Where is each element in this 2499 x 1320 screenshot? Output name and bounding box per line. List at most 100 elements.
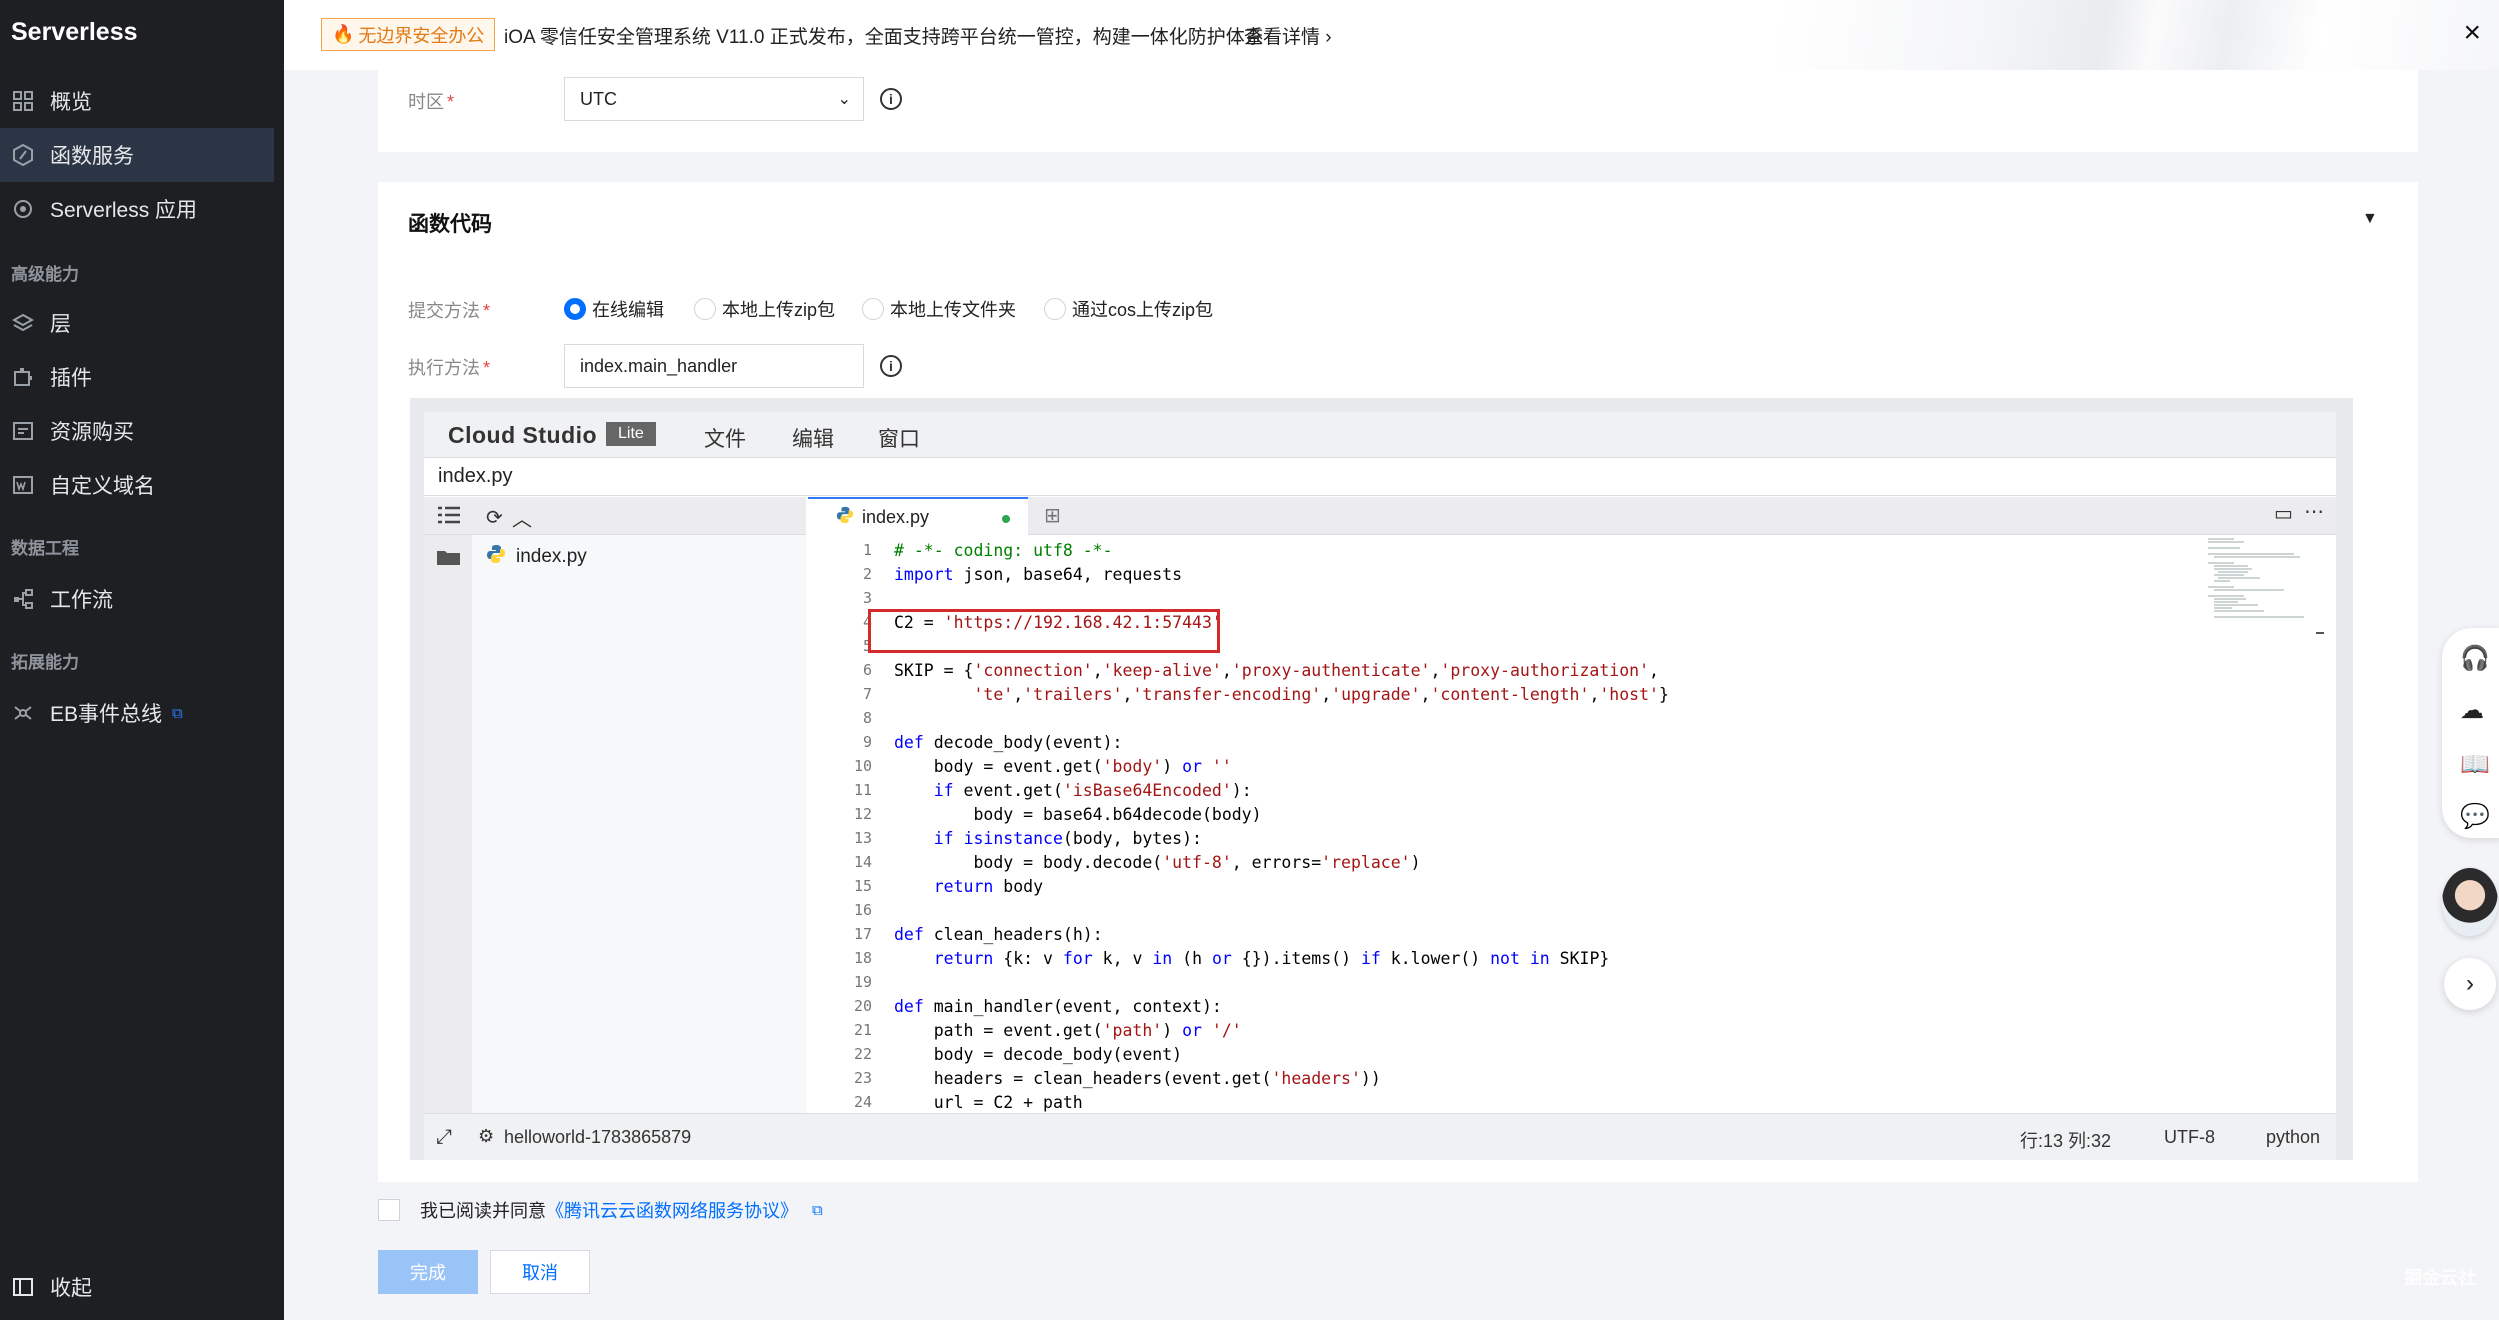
line-number: 16 bbox=[853, 901, 872, 919]
code-line: return body bbox=[933, 877, 1044, 896]
banner-close-button[interactable]: × bbox=[2463, 16, 2481, 50]
sidebar-item-workflow[interactable]: 工作流 bbox=[0, 572, 274, 626]
cursor-position[interactable]: 行:13 列:32 bbox=[2020, 1127, 2111, 1153]
tree-toolbar: ⟳ ︿ bbox=[424, 497, 806, 535]
code-line: def decode_body(event): bbox=[894, 733, 1123, 752]
sidebar-item-serverless-app[interactable]: Serverless 应用 bbox=[0, 182, 274, 236]
lite-badge: Lite bbox=[606, 422, 656, 446]
handler-input[interactable]: index.main_handler bbox=[564, 344, 864, 388]
new-tab-icon[interactable]: ⊞ bbox=[1044, 503, 1061, 528]
book-icon[interactable]: 📖 bbox=[2460, 750, 2490, 779]
menu-file[interactable]: 文件 bbox=[704, 423, 746, 453]
code-line: path = event.get('path') or '/' bbox=[894, 1021, 1242, 1040]
more-icon[interactable]: ⋯ bbox=[2304, 499, 2324, 524]
ide-title: Cloud Studio bbox=[448, 422, 598, 448]
section-title: 函数代码 bbox=[408, 213, 492, 236]
headset-icon[interactable]: 🎧 bbox=[2460, 644, 2490, 673]
collapse-icon bbox=[12, 1276, 34, 1298]
sidebar-item-label: 资源购买 bbox=[50, 421, 134, 444]
chevron-up-icon[interactable]: ︿ bbox=[512, 503, 532, 532]
timezone-info-icon[interactable]: i bbox=[880, 88, 902, 110]
maximize-icon[interactable]: ▭ bbox=[2274, 501, 2293, 526]
highlight-box bbox=[868, 609, 1220, 653]
banner-decoration bbox=[1779, 0, 2499, 70]
language-mode[interactable]: python bbox=[2266, 1127, 2320, 1148]
outline-icon[interactable] bbox=[436, 505, 462, 530]
done-button[interactable]: 完成 bbox=[378, 1250, 478, 1294]
chevron-right-icon[interactable]: › bbox=[2444, 958, 2496, 1010]
editor-tab-bar: index.py ⊞ ▭ ⋯ bbox=[808, 497, 2336, 535]
code-line: # -*- coding: utf8 -*- bbox=[894, 541, 1113, 560]
chevron-right-icon: › bbox=[1325, 27, 1332, 48]
code-line: if event.get('isBase64Encoded'): bbox=[933, 781, 1252, 800]
sidebar-item-custom-domain[interactable]: 自定义域名 bbox=[0, 458, 274, 512]
cancel-button[interactable]: 取消 bbox=[490, 1250, 590, 1294]
sidebar-item-purchase[interactable]: 资源购买 bbox=[0, 404, 274, 458]
collapse-section-icon[interactable]: ▼ bbox=[2362, 210, 2455, 228]
line-number: 13 bbox=[853, 829, 872, 847]
section-data: 数据工程 bbox=[11, 539, 79, 558]
expand-icon[interactable]: ⤢ bbox=[436, 1126, 452, 1149]
folder-icon[interactable] bbox=[436, 547, 462, 572]
line-number: 21 bbox=[853, 1021, 872, 1039]
file-path-bar: index.py bbox=[424, 458, 2336, 496]
file-tree bbox=[472, 578, 806, 1113]
file-tree-item[interactable]: index.py bbox=[472, 535, 806, 578]
assistant-avatar[interactable] bbox=[2442, 868, 2498, 936]
watermark: 掘金云社 bbox=[2404, 1268, 2476, 1288]
code-line: body = body.decode('utf-8', errors='repl… bbox=[894, 853, 1421, 872]
radio-upload-folder[interactable]: 本地上传文件夹 bbox=[862, 296, 1016, 322]
required-mark: * bbox=[483, 301, 491, 321]
timezone-select[interactable]: UTC ⌄ bbox=[564, 77, 864, 121]
project-name: helloworld-1783865879 bbox=[504, 1127, 692, 1147]
sidebar-item-overview[interactable]: 概览 bbox=[0, 74, 274, 128]
radio-upload-zip[interactable]: 本地上传zip包 bbox=[694, 296, 835, 322]
purchase-icon bbox=[12, 420, 34, 442]
radio-circle bbox=[694, 298, 716, 320]
code-line: body = base64.b64decode(body) bbox=[894, 805, 1262, 824]
line-number: 14 bbox=[853, 853, 872, 871]
radio-circle bbox=[564, 298, 586, 320]
sidebar-item-label: 工作流 bbox=[50, 589, 113, 612]
sidebar-item-label: Serverless 应用 bbox=[50, 199, 198, 222]
submit-method-label: 提交方法 * bbox=[408, 297, 490, 323]
app-root: { "sidebar": { "brand": "Serverless", "i… bbox=[0, 0, 2499, 1320]
plugin-icon bbox=[12, 366, 34, 388]
minimap[interactable] bbox=[2204, 535, 2324, 635]
chevron-down-icon: ⌄ bbox=[837, 91, 851, 108]
sidebar-item-functions[interactable]: 函数服务 bbox=[0, 128, 274, 182]
refresh-icon[interactable]: ⟳ bbox=[486, 505, 503, 530]
line-number: 7 bbox=[862, 685, 872, 703]
python-icon bbox=[836, 506, 854, 529]
project-icon: ⚙ bbox=[478, 1126, 495, 1146]
cloud-icon[interactable]: ☁ bbox=[2460, 696, 2484, 725]
menu-window[interactable]: 窗口 bbox=[878, 423, 920, 453]
code-line: if isinstance(body, bytes): bbox=[933, 829, 1202, 848]
sidebar-item-label: EB事件总线 bbox=[50, 703, 163, 726]
function-icon bbox=[12, 143, 34, 167]
sidebar-collapse-button[interactable]: 收起 bbox=[12, 1272, 92, 1302]
sidebar-item-plugins[interactable]: 插件 bbox=[0, 350, 274, 404]
code-line: def clean_headers(h): bbox=[894, 925, 1103, 944]
tab-index-py[interactable]: index.py bbox=[808, 497, 1028, 535]
code-line: SKIP = {'connection','keep-alive','proxy… bbox=[894, 661, 1659, 680]
radio-label: 本地上传zip包 bbox=[722, 300, 836, 320]
sidebar-item-eventbus[interactable]: EB事件总线 ⧉ bbox=[0, 686, 274, 740]
agreement-link[interactable]: 《腾讯云云函数网络服务协议》 bbox=[546, 1197, 798, 1223]
timezone-value: UTC bbox=[580, 88, 617, 109]
sidebar-item-layers[interactable]: 层 bbox=[0, 296, 274, 350]
handler-info-icon[interactable]: i bbox=[880, 355, 902, 377]
banner-details-link[interactable]: 查看详情 › bbox=[1244, 22, 1332, 49]
feedback-icon[interactable]: 💬 bbox=[2460, 802, 2490, 831]
eventbus-icon bbox=[12, 702, 34, 724]
domain-icon bbox=[12, 474, 34, 496]
radio-online-edit[interactable]: 在线编辑 bbox=[564, 296, 664, 322]
line-number: 2 bbox=[862, 565, 872, 583]
radio-cos-zip[interactable]: 通过cos上传zip包 bbox=[1044, 296, 1213, 322]
file-encoding[interactable]: UTF-8 bbox=[2164, 1127, 2215, 1148]
sidebar-item-label: 层 bbox=[50, 313, 71, 336]
agreement-checkbox[interactable] bbox=[378, 1199, 400, 1221]
line-number: 18 bbox=[853, 949, 872, 967]
file-name: index.py bbox=[516, 545, 587, 567]
menu-edit[interactable]: 编辑 bbox=[792, 423, 834, 453]
